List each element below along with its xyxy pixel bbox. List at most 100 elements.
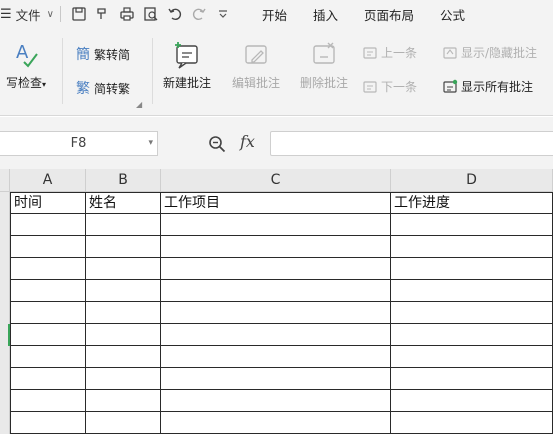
table-cell[interactable] (161, 258, 391, 280)
table-cell[interactable] (161, 324, 391, 346)
row-header[interactable] (0, 302, 10, 324)
select-all-corner[interactable] (0, 169, 10, 192)
save-icon[interactable] (68, 4, 90, 24)
table-cell[interactable] (86, 258, 161, 280)
table-cell[interactable] (10, 390, 86, 412)
prev-comment-label: 上一条 (381, 46, 418, 60)
table-cell[interactable] (86, 302, 161, 324)
column-header-c[interactable]: C (161, 169, 391, 192)
show-all-comments-button[interactable]: 显示所有批注 (442, 78, 533, 95)
table-cell[interactable] (391, 346, 553, 368)
table-cell[interactable] (10, 214, 86, 236)
edit-comment-button[interactable]: 编辑批注 (224, 40, 288, 91)
table-cell[interactable] (161, 280, 391, 302)
redo-icon[interactable] (188, 4, 210, 24)
table-cell[interactable] (10, 368, 86, 390)
table-cell[interactable] (86, 390, 161, 412)
table-cell[interactable] (86, 214, 161, 236)
dialog-launcher-icon[interactable]: ◢ (136, 100, 142, 109)
row-header[interactable] (0, 214, 10, 236)
chevron-down-icon[interactable]: ▾ (148, 138, 153, 148)
table-cell[interactable] (10, 412, 86, 434)
name-box[interactable]: F8 ▾ (0, 131, 158, 156)
table-cell[interactable] (10, 258, 86, 280)
show-hide-comment-button[interactable]: 显示/隐藏批注 (442, 44, 537, 61)
column-header-a[interactable]: A (10, 169, 86, 192)
row-header[interactable] (0, 236, 10, 258)
row-header[interactable] (0, 258, 10, 280)
table-cell[interactable] (10, 346, 86, 368)
column-header-d[interactable]: D (391, 169, 553, 192)
table-cell[interactable] (86, 412, 161, 434)
simp-to-trad-label: 简转繁 (94, 81, 131, 96)
table-cell[interactable] (86, 236, 161, 258)
trad-simp-icon: 簡 (76, 47, 90, 63)
row-header[interactable] (0, 346, 10, 368)
customize-icon[interactable] (212, 4, 234, 24)
ribbon-divider (62, 38, 63, 104)
table-cell[interactable] (161, 346, 391, 368)
row-header[interactable] (0, 412, 10, 434)
prev-comment-button[interactable]: 上一条 (362, 44, 417, 61)
table-cell[interactable] (161, 390, 391, 412)
delete-comment-button[interactable]: 删除批注 (292, 40, 356, 91)
format-painter-icon[interactable] (92, 4, 114, 24)
simp-to-trad-button[interactable]: 繁 简转繁 (76, 78, 130, 98)
table-cell[interactable] (391, 236, 553, 258)
insert-function-button[interactable]: fx (240, 132, 255, 151)
delete-comment-label: 删除批注 (299, 76, 348, 90)
table-cell[interactable] (391, 390, 553, 412)
table-cell[interactable] (161, 236, 391, 258)
header-cell[interactable]: 工作项目 (161, 192, 391, 214)
print-preview-icon[interactable] (140, 4, 162, 24)
table-cell[interactable] (391, 302, 553, 324)
quick-access-toolbar: ☰ 文件 ∨ 开始 插入 页面布局 公式 (0, 0, 553, 28)
zoom-formula-icon[interactable] (208, 135, 226, 157)
next-comment-label: 下一条 (381, 80, 418, 94)
table-cell[interactable] (161, 302, 391, 324)
row-header[interactable] (0, 192, 10, 214)
table-cell[interactable] (161, 368, 391, 390)
table-cell[interactable] (86, 324, 161, 346)
header-cell[interactable]: 时间 (10, 192, 86, 214)
table-cell[interactable] (391, 214, 553, 236)
new-comment-button[interactable]: 新建批注 (156, 40, 218, 91)
chevron-down-icon[interactable]: ∨ (47, 9, 54, 20)
table-cell[interactable] (86, 346, 161, 368)
table-cell[interactable] (86, 280, 161, 302)
formula-input[interactable] (270, 131, 553, 156)
row-header[interactable] (0, 324, 10, 346)
table-cell[interactable] (161, 214, 391, 236)
table-cell[interactable] (391, 258, 553, 280)
header-cell[interactable]: 姓名 (86, 192, 161, 214)
undo-icon[interactable] (164, 4, 186, 24)
tab-insert[interactable]: 插入 (300, 5, 351, 24)
column-header-b[interactable]: B (86, 169, 161, 192)
row-header[interactable] (0, 280, 10, 302)
spell-check-button[interactable]: A 写检查▾ (0, 40, 52, 91)
row-header[interactable] (0, 368, 10, 390)
row-header[interactable] (0, 390, 10, 412)
table-cell[interactable] (86, 368, 161, 390)
next-comment-button[interactable]: 下一条 (362, 78, 417, 95)
file-menu-button[interactable]: 文件 (16, 5, 41, 24)
table-cell[interactable] (391, 368, 553, 390)
table-cell[interactable] (391, 412, 553, 434)
table-cell[interactable] (10, 236, 86, 258)
edit-comment-icon (245, 45, 267, 64)
tab-start[interactable]: 开始 (249, 5, 300, 24)
formula-bar: F8 ▾ fx (0, 117, 553, 169)
table-cell[interactable] (10, 324, 86, 346)
hamburger-icon[interactable]: ☰ (0, 7, 12, 22)
tab-page-layout[interactable]: 页面布局 (351, 5, 427, 24)
table-cell[interactable] (10, 302, 86, 324)
print-icon[interactable] (116, 4, 138, 24)
table-cell[interactable] (391, 280, 553, 302)
tab-formulas[interactable]: 公式 (427, 5, 478, 24)
show-all-comments-label: 显示所有批注 (461, 80, 534, 94)
header-cell[interactable]: 工作进度 (391, 192, 553, 214)
trad-to-simp-button[interactable]: 簡 繁转简 (76, 44, 130, 64)
table-cell[interactable] (391, 324, 553, 346)
table-cell[interactable] (10, 280, 86, 302)
table-cell[interactable] (161, 412, 391, 434)
